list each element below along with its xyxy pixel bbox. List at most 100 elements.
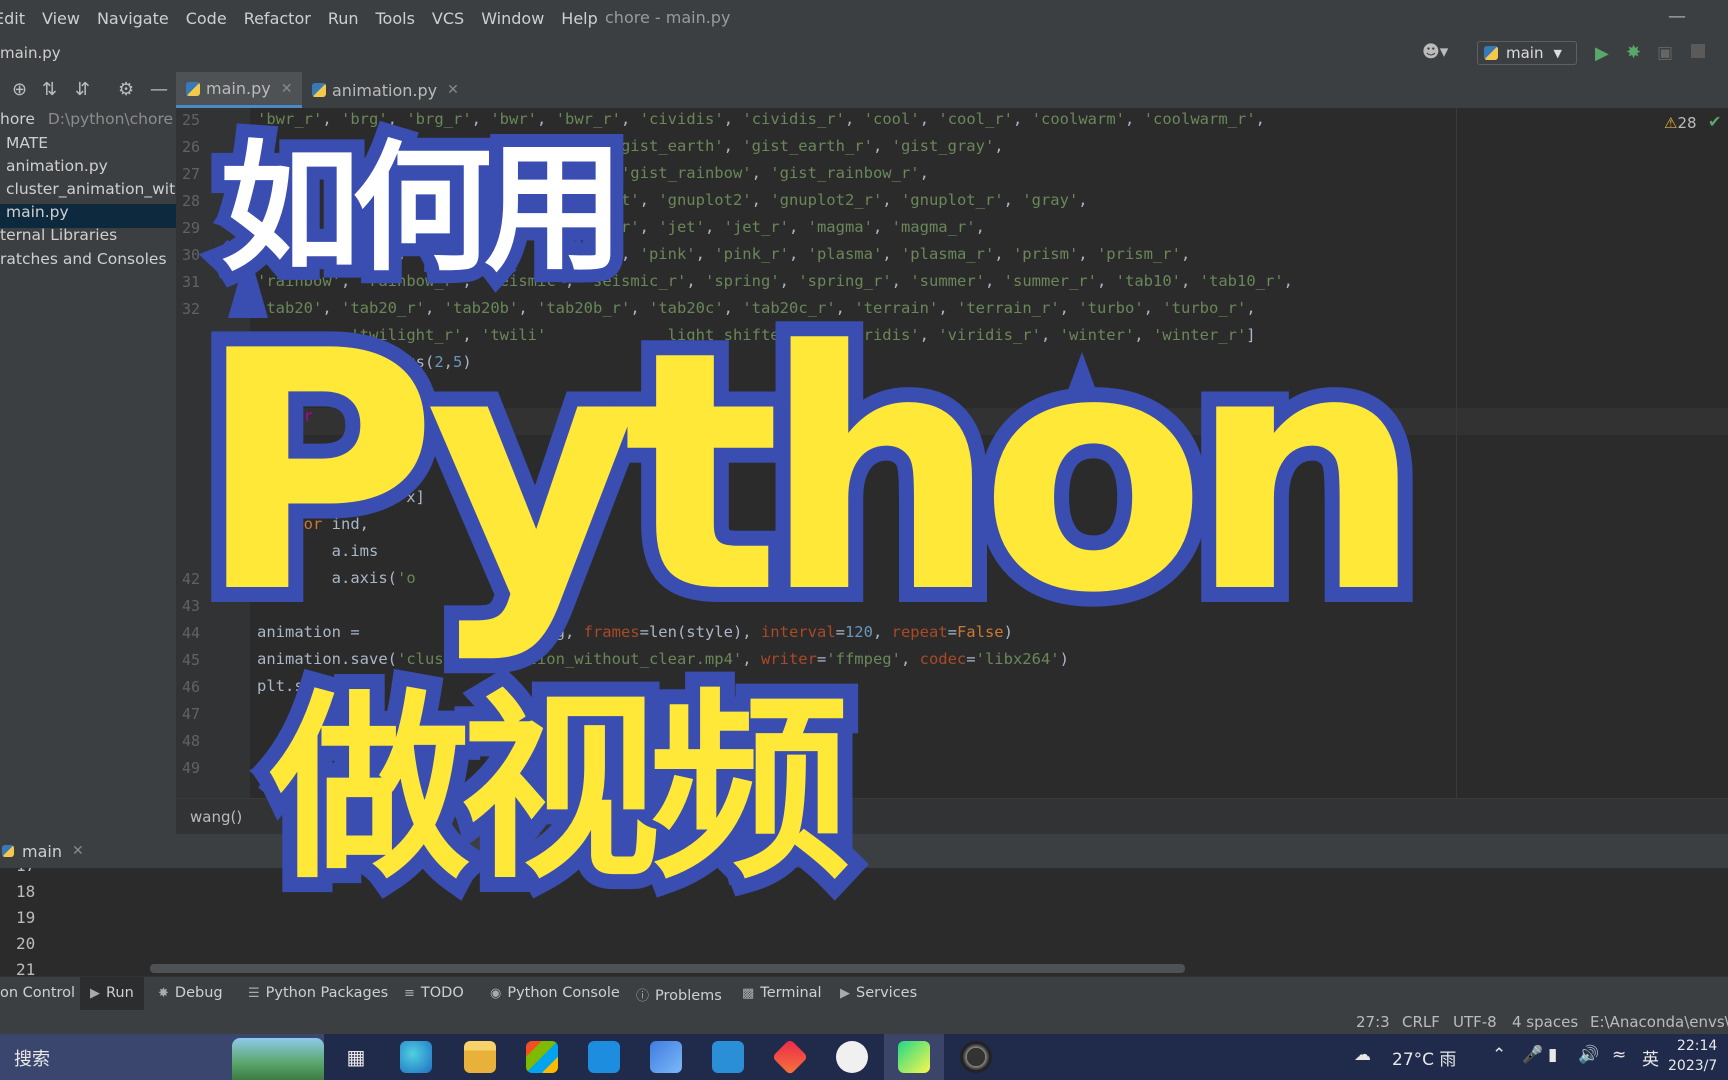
app-icon[interactable] bbox=[650, 1041, 682, 1073]
menu-tools[interactable]: Tools bbox=[376, 9, 415, 28]
menu-view[interactable]: View bbox=[42, 9, 80, 28]
close-icon[interactable]: ✕ bbox=[281, 81, 293, 97]
tree-root[interactable]: hore D:\python\chore bbox=[0, 110, 173, 128]
debug-icon[interactable]: ✸ bbox=[1626, 42, 1641, 63]
tool-todo[interactable]: ≡ TODO bbox=[404, 985, 464, 1001]
gear-icon[interactable]: ⚙ bbox=[118, 79, 134, 100]
tool-version-control[interactable]: on Control bbox=[0, 985, 75, 1001]
tool-services[interactable]: ▶ Services bbox=[840, 985, 917, 1001]
battery-icon[interactable]: ▮ bbox=[1548, 1045, 1557, 1065]
taskbar-search[interactable]: 搜索 bbox=[0, 1034, 324, 1080]
wifi-icon[interactable]: ≈ bbox=[1612, 1045, 1626, 1065]
tree-label: main.py bbox=[6, 203, 69, 221]
stop-icon[interactable] bbox=[1691, 44, 1705, 58]
project-tree: hore D:\python\chore MATE animation.py c… bbox=[0, 108, 176, 834]
line-number: 47 bbox=[181, 705, 200, 723]
tool-label: Problems bbox=[655, 988, 722, 1004]
mail-icon[interactable] bbox=[588, 1041, 620, 1073]
task-view-icon[interactable]: ▦ bbox=[340, 1041, 372, 1073]
clock[interactable]: 22:14 2023/7 bbox=[1668, 1036, 1717, 1076]
run-config-selector[interactable]: main ▼ bbox=[1477, 41, 1577, 65]
collapse-all-icon[interactable]: ⇵ bbox=[75, 79, 90, 100]
tree-label: MATE bbox=[6, 134, 49, 152]
obs-icon[interactable] bbox=[960, 1041, 992, 1073]
run-panel-header: main ✕ bbox=[0, 834, 1728, 869]
console-line: 20 bbox=[16, 934, 36, 953]
tool-label: Debug bbox=[174, 985, 223, 1001]
line-separator[interactable]: CRLF bbox=[1402, 1013, 1440, 1031]
locate-icon[interactable]: ⊕ bbox=[12, 79, 27, 100]
menu-navigate[interactable]: Navigate bbox=[97, 9, 169, 28]
warning-icon: ⚠ bbox=[1664, 114, 1678, 132]
pycharm-community-icon[interactable] bbox=[836, 1041, 868, 1073]
console-horizontal-scrollbar[interactable] bbox=[150, 964, 1185, 973]
tree-item-folder[interactable]: MATE bbox=[6, 134, 48, 152]
user-icon[interactable]: ☻▾ bbox=[1422, 42, 1448, 62]
menu-vcs[interactable]: VCS bbox=[432, 9, 464, 28]
tool-python-packages[interactable]: ☰ Python Packages bbox=[248, 985, 388, 1001]
edge-browser-icon[interactable] bbox=[400, 1041, 432, 1073]
run-icon: ▶ bbox=[90, 986, 100, 1001]
python-icon bbox=[1484, 46, 1498, 60]
tool-window-bar: on Control ▶ Run ✸ Debug ☰ Python Packages … bbox=[0, 976, 1728, 1011]
tool-debug[interactable]: ✸ Debug bbox=[158, 985, 223, 1001]
myhp-icon[interactable] bbox=[712, 1041, 744, 1073]
pycharm-icon[interactable] bbox=[898, 1041, 930, 1073]
caret-position[interactable]: 27:3 bbox=[1356, 1013, 1390, 1031]
menu-code[interactable]: Code bbox=[186, 9, 227, 28]
tool-problems[interactable]: ⓘ Problems bbox=[636, 985, 722, 1004]
window-title: chore - main.py bbox=[605, 8, 731, 27]
breadcrumb-function[interactable]: wang() bbox=[190, 808, 242, 826]
console-line: 18 bbox=[16, 882, 36, 901]
app-diamond-icon[interactable] bbox=[771, 1038, 809, 1076]
python-interpreter[interactable]: E:\Anaconda\envs\ bbox=[1590, 1013, 1728, 1031]
minimize-button[interactable]: — bbox=[1668, 6, 1686, 27]
tool-run[interactable]: ▶ Run bbox=[80, 977, 144, 1011]
volume-icon[interactable]: 🔊 bbox=[1578, 1045, 1599, 1065]
menu-help[interactable]: Help bbox=[561, 9, 597, 28]
chevron-up-icon[interactable]: ⌃ bbox=[1492, 1045, 1506, 1065]
navigation-bar: main.py ☻▾ main ▼ ▶ ✸ ▣ bbox=[0, 36, 1728, 73]
tool-python-console[interactable]: ◉ Python Console bbox=[490, 985, 620, 1001]
indent-setting[interactable]: 4 spaces bbox=[1512, 1013, 1578, 1031]
expand-all-icon[interactable]: ⇅ bbox=[42, 79, 57, 100]
console-line: 19 bbox=[16, 908, 36, 927]
tree-item-animation[interactable]: animation.py bbox=[6, 157, 108, 175]
ime-indicator[interactable]: 英 bbox=[1642, 1045, 1659, 1070]
python-file-icon bbox=[312, 83, 326, 97]
python-file-icon bbox=[186, 81, 200, 96]
menu-window[interactable]: Window bbox=[481, 9, 544, 28]
store-icon[interactable] bbox=[526, 1041, 558, 1073]
nav-file-crumb[interactable]: main.py bbox=[0, 44, 61, 62]
file-encoding[interactable]: UTF-8 bbox=[1453, 1013, 1497, 1031]
info-icon: ⓘ bbox=[636, 989, 650, 1004]
inspection-warnings[interactable]: ⚠28 bbox=[1664, 114, 1697, 132]
hide-icon[interactable]: — bbox=[150, 79, 168, 100]
tree-item-main[interactable]: main.py bbox=[6, 203, 69, 221]
menu-bar: Edit View Navigate Code Refactor Run Too… bbox=[0, 0, 1728, 36]
list-icon: ≡ bbox=[404, 986, 415, 1001]
microphone-icon[interactable]: 🎤 bbox=[1522, 1045, 1543, 1065]
run-console[interactable]: 17 18 19 20 21 bbox=[0, 868, 1728, 976]
file-explorer-icon[interactable] bbox=[464, 1041, 496, 1073]
coverage-icon[interactable]: ▣ bbox=[1657, 43, 1673, 63]
tree-item-external-libraries[interactable]: ternal Libraries bbox=[0, 226, 117, 244]
services-icon: ▶ bbox=[840, 986, 850, 1001]
run-tab-main[interactable]: main ✕ bbox=[0, 834, 84, 868]
overlay-title-python: Python bbox=[181, 281, 1438, 665]
weather-icon[interactable]: ☁ bbox=[1354, 1045, 1371, 1065]
weather-text[interactable]: 27°C 雨 bbox=[1392, 1045, 1456, 1070]
tool-terminal[interactable]: ▩ Terminal bbox=[742, 985, 822, 1001]
tree-item-cluster-video[interactable]: cluster_animation_witho bbox=[6, 180, 176, 198]
clock-date: 2023/7 bbox=[1668, 1058, 1718, 1074]
tree-item-scratches[interactable]: ratches and Consoles bbox=[0, 250, 167, 268]
menu-edit[interactable]: Edit bbox=[0, 9, 25, 28]
run-icon[interactable]: ▶ bbox=[1595, 43, 1609, 64]
windows-taskbar: 搜索 ▦ ☁ 27°C 雨 ⌃ 🎤 ▮ 🔊 ≈ 英 22:14 2023/7 bbox=[0, 1034, 1728, 1080]
menu-refactor[interactable]: Refactor bbox=[244, 9, 311, 28]
search-label: 搜索 bbox=[14, 1049, 50, 1070]
menu-run[interactable]: Run bbox=[328, 9, 359, 28]
close-icon[interactable]: ✕ bbox=[72, 843, 84, 859]
tree-label: ratches and Consoles bbox=[0, 250, 167, 268]
right-margin-guide bbox=[1456, 108, 1457, 798]
